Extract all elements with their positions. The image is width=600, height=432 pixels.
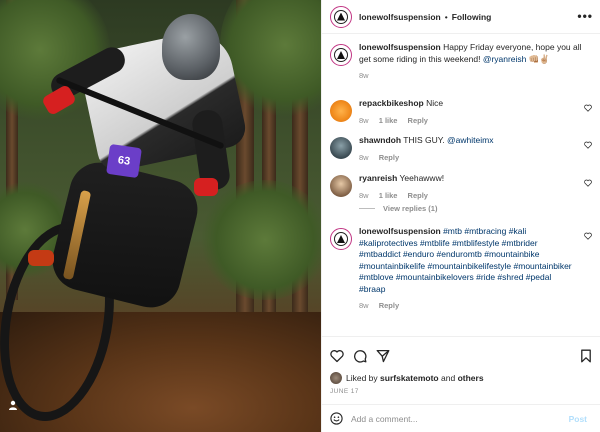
- comment-likes[interactable]: 1 like: [379, 116, 398, 125]
- photo-helmet: [162, 14, 220, 80]
- reply-button[interactable]: Reply: [408, 191, 428, 200]
- wolf-logo-icon: [337, 51, 345, 59]
- more-dots-icon[interactable]: •••: [577, 9, 593, 23]
- commenter-avatar[interactable]: [330, 137, 352, 159]
- add-comment-input[interactable]: [351, 413, 551, 424]
- caption-username[interactable]: lonewolfsuspension: [359, 42, 441, 52]
- like-comment-heart-icon[interactable]: [584, 179, 592, 187]
- comment-item: lonewolfsuspension #mtb #mtbracing #kali…: [330, 226, 592, 312]
- comment-item: repackbikeshop Nice 8w 1 like Reply: [330, 98, 592, 126]
- following-button[interactable]: Following: [452, 12, 492, 22]
- like-comment-heart-icon[interactable]: [584, 232, 592, 240]
- caption-mention[interactable]: @ryanreish: [483, 54, 527, 64]
- comment-age: 8w: [359, 190, 369, 200]
- like-comment-heart-icon[interactable]: [584, 141, 592, 149]
- post-actions: [322, 336, 600, 372]
- comment-hashtags[interactable]: #mtb #mtbracing #kali #kaliprotectives #…: [359, 226, 572, 294]
- like-heart-icon[interactable]: [330, 349, 344, 363]
- caption-emoji: 👊🏼✌🏼: [528, 53, 550, 64]
- comment-item: ryanreish Yeehawww! 8w 1 like Reply: [330, 173, 592, 201]
- share-send-icon[interactable]: [376, 349, 390, 363]
- author-username[interactable]: lonewolfsuspension: [359, 12, 441, 22]
- view-replies-label: View replies (1): [383, 204, 438, 213]
- wolf-logo-icon: [337, 235, 345, 243]
- comments-list[interactable]: lonewolfsuspension Happy Friday everyone…: [322, 34, 600, 334]
- post-header: lonewolfsuspension • Following •••: [322, 0, 600, 34]
- liked-by-user[interactable]: surfskatemoto: [380, 373, 439, 383]
- photo-shoe: [28, 250, 54, 266]
- comment-age: 8w: [359, 152, 369, 162]
- author-avatar[interactable]: [330, 44, 352, 66]
- comment-bubble-icon[interactable]: [353, 349, 367, 363]
- wolf-logo-icon: [337, 12, 345, 21]
- comment-username[interactable]: ryanreish: [359, 173, 397, 183]
- commenter-avatar[interactable]: [330, 175, 352, 197]
- caption-age: 8w: [359, 71, 369, 80]
- commenter-avatar[interactable]: [330, 100, 352, 122]
- comment-mention[interactable]: @awhiteimx: [447, 135, 493, 145]
- author-avatar[interactable]: [330, 5, 352, 28]
- photo-glove: [194, 178, 218, 196]
- liked-by: Liked by surfskatemoto and others: [330, 372, 484, 384]
- comment-username[interactable]: lonewolfsuspension: [359, 226, 441, 236]
- liked-by-and: and: [441, 373, 456, 383]
- add-comment-bar: Post: [322, 404, 600, 432]
- post-sidebar: lonewolfsuspension • Following ••• lonew…: [321, 0, 600, 432]
- comment-username[interactable]: shawndoh: [359, 135, 401, 145]
- post-comment-button[interactable]: Post: [569, 414, 587, 424]
- comment-likes[interactable]: 1 like: [379, 191, 398, 200]
- view-replies-button[interactable]: View replies (1): [359, 204, 437, 213]
- comment-username[interactable]: repackbikeshop: [359, 98, 424, 108]
- comment-text: Yeehawww!: [399, 173, 445, 183]
- comment-age: 8w: [359, 301, 369, 310]
- comment-text: Nice: [426, 98, 444, 108]
- tagged-user-icon[interactable]: [8, 400, 18, 410]
- reply-button[interactable]: Reply: [379, 301, 399, 310]
- replies-divider: [359, 208, 375, 209]
- liked-by-prefix: Liked by: [346, 373, 378, 383]
- liker-avatar[interactable]: [330, 372, 342, 384]
- photo-number-plate: 63: [106, 143, 142, 179]
- comment-age: 8w: [359, 115, 369, 125]
- comment-item: shawndoh THIS GUY. @awhiteimx 8w Reply: [330, 135, 592, 163]
- post-date[interactable]: JUNE 17: [330, 388, 359, 395]
- liked-by-others[interactable]: others: [458, 373, 484, 383]
- comment-text: THIS GUY.: [403, 135, 445, 145]
- like-comment-heart-icon[interactable]: [584, 104, 592, 112]
- author-avatar[interactable]: [330, 228, 352, 250]
- post-photo[interactable]: 63: [0, 0, 321, 432]
- header-separator: •: [444, 11, 448, 22]
- save-bookmark-icon[interactable]: [579, 349, 593, 363]
- reply-button[interactable]: Reply: [408, 116, 428, 125]
- reply-button[interactable]: Reply: [379, 153, 399, 162]
- emoji-smiley-icon[interactable]: [330, 412, 343, 425]
- photo-foliage: [200, 180, 321, 300]
- caption: lonewolfsuspension Happy Friday everyone…: [330, 42, 592, 82]
